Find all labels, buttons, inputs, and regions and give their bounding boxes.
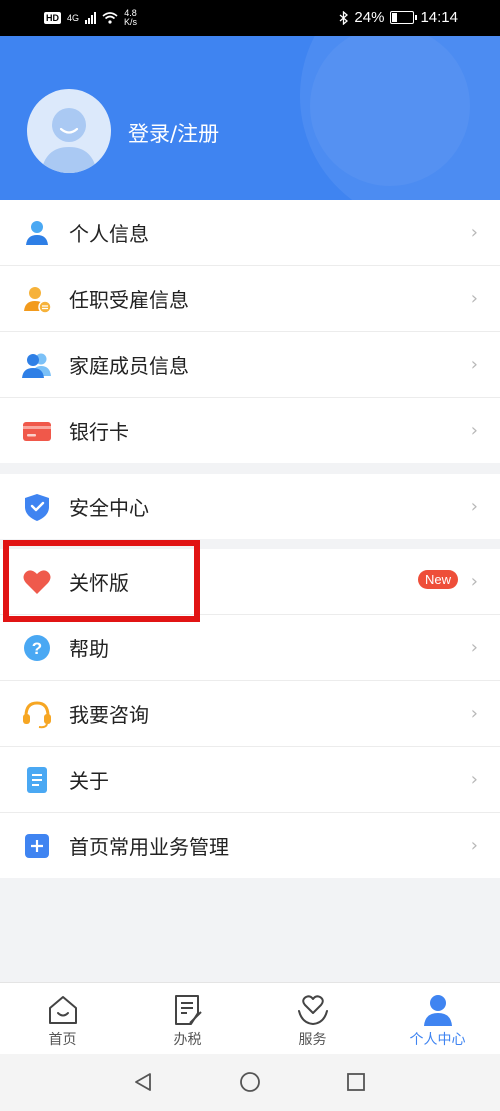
- shield-icon: [25, 494, 49, 521]
- tab-tax[interactable]: 办税: [125, 983, 250, 1055]
- signal-icon: [85, 12, 97, 24]
- menu-item-label: 我要咨询: [69, 703, 149, 727]
- menu-item-help[interactable]: ? 帮助 ›: [0, 615, 500, 681]
- new-badge: New: [417, 570, 458, 589]
- chevron-right-icon: ›: [470, 222, 478, 243]
- tab-personal-center[interactable]: 个人中心: [375, 983, 500, 1055]
- menu-item-label: 个人信息: [69, 222, 149, 246]
- document-icon: [27, 767, 47, 793]
- menu-item-family-info[interactable]: 家庭成员信息 ›: [0, 332, 500, 398]
- bottom-nav: 首页 办税 服务 个人中心: [0, 982, 500, 1055]
- menu-item-consult[interactable]: 我要咨询 ›: [0, 681, 500, 747]
- avatar[interactable]: [27, 89, 111, 173]
- menu-item-about[interactable]: 关于 ›: [0, 747, 500, 813]
- recent-apps-icon[interactable]: [345, 1071, 367, 1093]
- person-center-icon: [423, 995, 452, 1026]
- tab-label: 首页: [48, 1032, 77, 1048]
- clock: 14:14: [420, 9, 458, 26]
- menu-item-label: 任职受雇信息: [69, 288, 189, 312]
- login-register-link[interactable]: 登录/注册: [128, 118, 219, 148]
- menu-item-homepage-business-management[interactable]: 首页常用业务管理 ›: [0, 813, 500, 878]
- network-type: 4G: [67, 13, 80, 23]
- bank-card-icon: [23, 422, 51, 441]
- chevron-right-icon: ›: [470, 835, 478, 856]
- back-icon[interactable]: [132, 1071, 154, 1093]
- menu-item-label: 安全中心: [69, 496, 149, 520]
- add-square-icon: [25, 834, 49, 858]
- menu-item-label: 关于: [69, 769, 109, 793]
- help-icon: ?: [24, 635, 50, 661]
- tab-label: 办税: [173, 1032, 202, 1048]
- profile-header: 登录/注册: [0, 36, 500, 200]
- battery-icon: [390, 11, 418, 24]
- menu-item-label: 家庭成员信息: [69, 354, 189, 378]
- family-icon: [22, 353, 51, 378]
- chevron-right-icon: ›: [470, 571, 478, 592]
- menu-group-personal: 个人信息 › 任职受雇信息 › 家庭成员信息 › 银行卡 ›: [0, 200, 500, 463]
- tab-service[interactable]: 服务: [250, 983, 375, 1055]
- employee-icon: [24, 287, 52, 314]
- bluetooth-icon: [339, 10, 349, 25]
- menu-item-security-center[interactable]: 安全中心 ›: [0, 474, 500, 539]
- menu-item-label: 帮助: [69, 637, 109, 661]
- menu-item-label: 银行卡: [69, 420, 129, 444]
- headset-icon: [23, 701, 51, 729]
- person-icon: [26, 221, 48, 245]
- home-circle-icon[interactable]: [239, 1071, 261, 1093]
- chevron-right-icon: ›: [470, 420, 478, 441]
- system-nav-bar: [0, 1054, 500, 1111]
- wifi-icon: [102, 12, 118, 24]
- menu-item-employment-info[interactable]: 任职受雇信息 ›: [0, 266, 500, 332]
- highlight-annotation: [3, 540, 200, 622]
- home-icon: [48, 996, 77, 1024]
- menu-item-bank-card[interactable]: 银行卡 ›: [0, 398, 500, 463]
- menu-item-label: 首页常用业务管理: [69, 835, 229, 859]
- hd-indicator: HD: [44, 12, 61, 24]
- status-bar: HD 4G 4.8 K/s 24% 14:14: [0, 0, 500, 36]
- avatar-placeholder-icon: [41, 108, 97, 173]
- tax-form-icon: [174, 995, 202, 1025]
- network-speed: 4.8 K/s: [124, 8, 138, 27]
- service-heart-icon: [297, 995, 328, 1026]
- menu-group-security: 安全中心 ›: [0, 474, 500, 539]
- menu-item-personal-info[interactable]: 个人信息 ›: [0, 200, 500, 266]
- chevron-right-icon: ›: [470, 769, 478, 790]
- chevron-right-icon: ›: [470, 354, 478, 375]
- tab-label: 服务: [298, 1032, 327, 1048]
- svg-text:?: ?: [32, 639, 42, 658]
- battery-percent: 24%: [354, 9, 385, 26]
- chevron-right-icon: ›: [470, 496, 478, 517]
- chevron-right-icon: ›: [470, 703, 478, 724]
- chevron-right-icon: ›: [470, 288, 478, 309]
- chevron-right-icon: ›: [470, 637, 478, 658]
- tab-label: 个人中心: [409, 1032, 466, 1048]
- tab-home[interactable]: 首页: [0, 983, 125, 1055]
